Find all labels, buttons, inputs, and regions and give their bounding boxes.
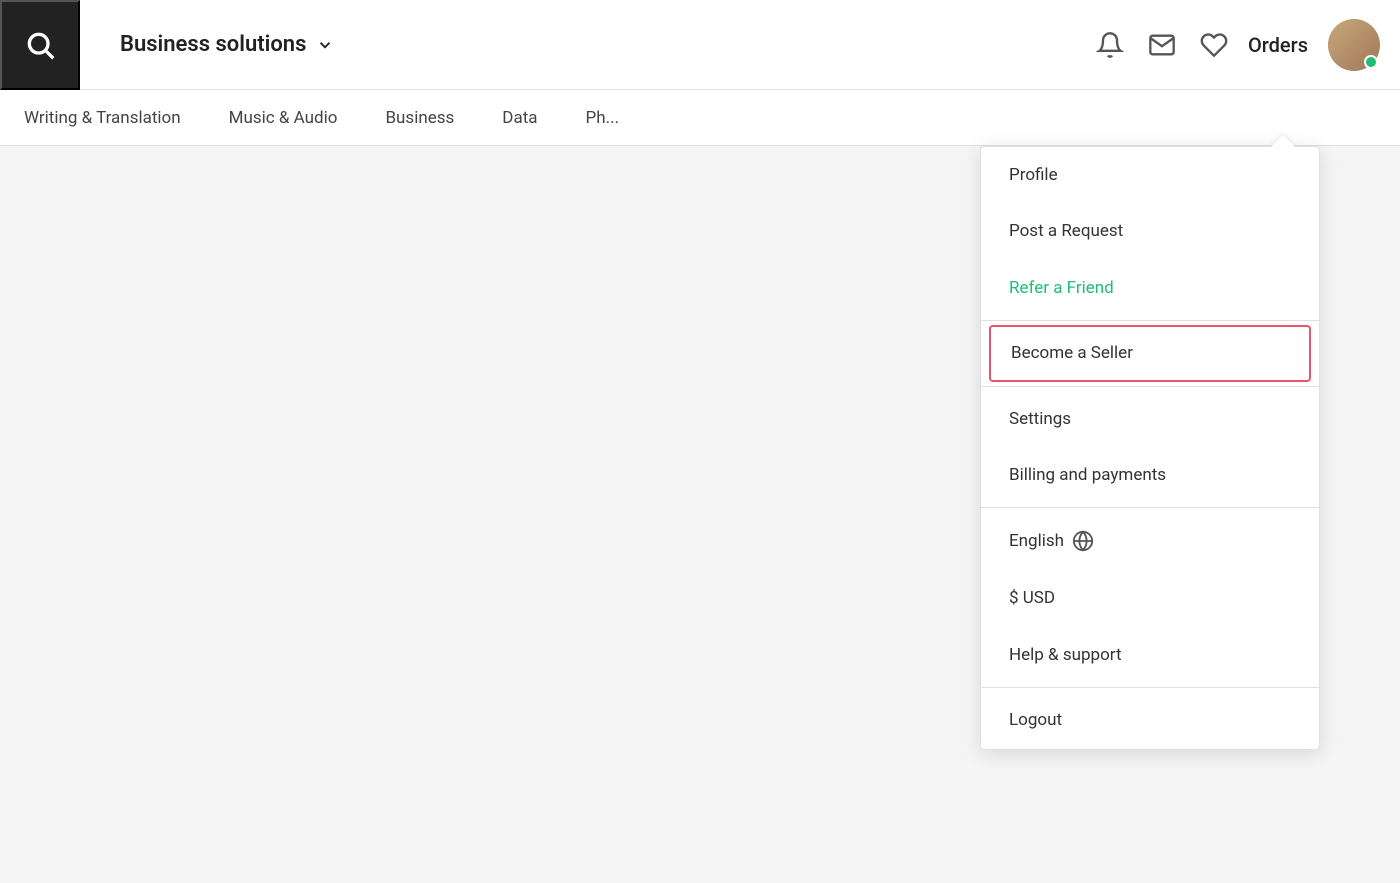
- dropdown-item-profile[interactable]: Profile: [981, 147, 1319, 203]
- nav-item-data[interactable]: Data: [498, 90, 541, 146]
- nav-item-writing[interactable]: Writing & Translation: [20, 90, 185, 146]
- header-icon-group: [1096, 31, 1228, 59]
- navbar: Writing & Translation Music & Audio Busi…: [0, 90, 1400, 146]
- business-solutions-menu[interactable]: Business solutions: [120, 32, 334, 57]
- divider-after-billing: [981, 507, 1319, 508]
- divider-below-seller: [981, 386, 1319, 387]
- dropdown-item-settings[interactable]: Settings: [981, 391, 1319, 447]
- globe-icon: [1072, 530, 1094, 552]
- dropdown-item-help[interactable]: Help & support: [981, 627, 1319, 683]
- chevron-down-icon: [316, 36, 334, 54]
- dropdown-item-become-seller[interactable]: Become a Seller: [989, 325, 1311, 381]
- divider-after-help: [981, 687, 1319, 688]
- nav-item-ph[interactable]: Ph...: [582, 90, 624, 146]
- favorites-icon[interactable]: [1200, 31, 1228, 59]
- search-icon: [24, 29, 56, 61]
- nav-item-business[interactable]: Business: [381, 90, 458, 146]
- search-button[interactable]: [0, 0, 80, 90]
- dropdown-item-refer-friend[interactable]: Refer a Friend: [981, 260, 1319, 316]
- dropdown-item-usd[interactable]: $ USD: [981, 570, 1319, 626]
- dropdown-item-logout[interactable]: Logout: [981, 692, 1319, 748]
- business-solutions-label: Business solutions: [120, 32, 306, 57]
- divider-above-seller: [981, 320, 1319, 321]
- messages-icon[interactable]: [1148, 31, 1176, 59]
- orders-button[interactable]: Orders: [1248, 33, 1308, 57]
- user-dropdown-menu: Profile Post a Request Refer a Friend Be…: [980, 146, 1320, 750]
- avatar-wrapper[interactable]: [1328, 19, 1380, 71]
- dropdown-item-english[interactable]: English: [981, 512, 1319, 570]
- header: Business solutions Orders: [0, 0, 1400, 90]
- dropdown-item-billing[interactable]: Billing and payments: [981, 447, 1319, 503]
- dropdown-item-post-request[interactable]: Post a Request: [981, 203, 1319, 259]
- online-indicator: [1364, 55, 1378, 69]
- notification-icon[interactable]: [1096, 31, 1124, 59]
- main-content: Profile Post a Request Refer a Friend Be…: [0, 146, 1400, 883]
- nav-item-music[interactable]: Music & Audio: [225, 90, 342, 146]
